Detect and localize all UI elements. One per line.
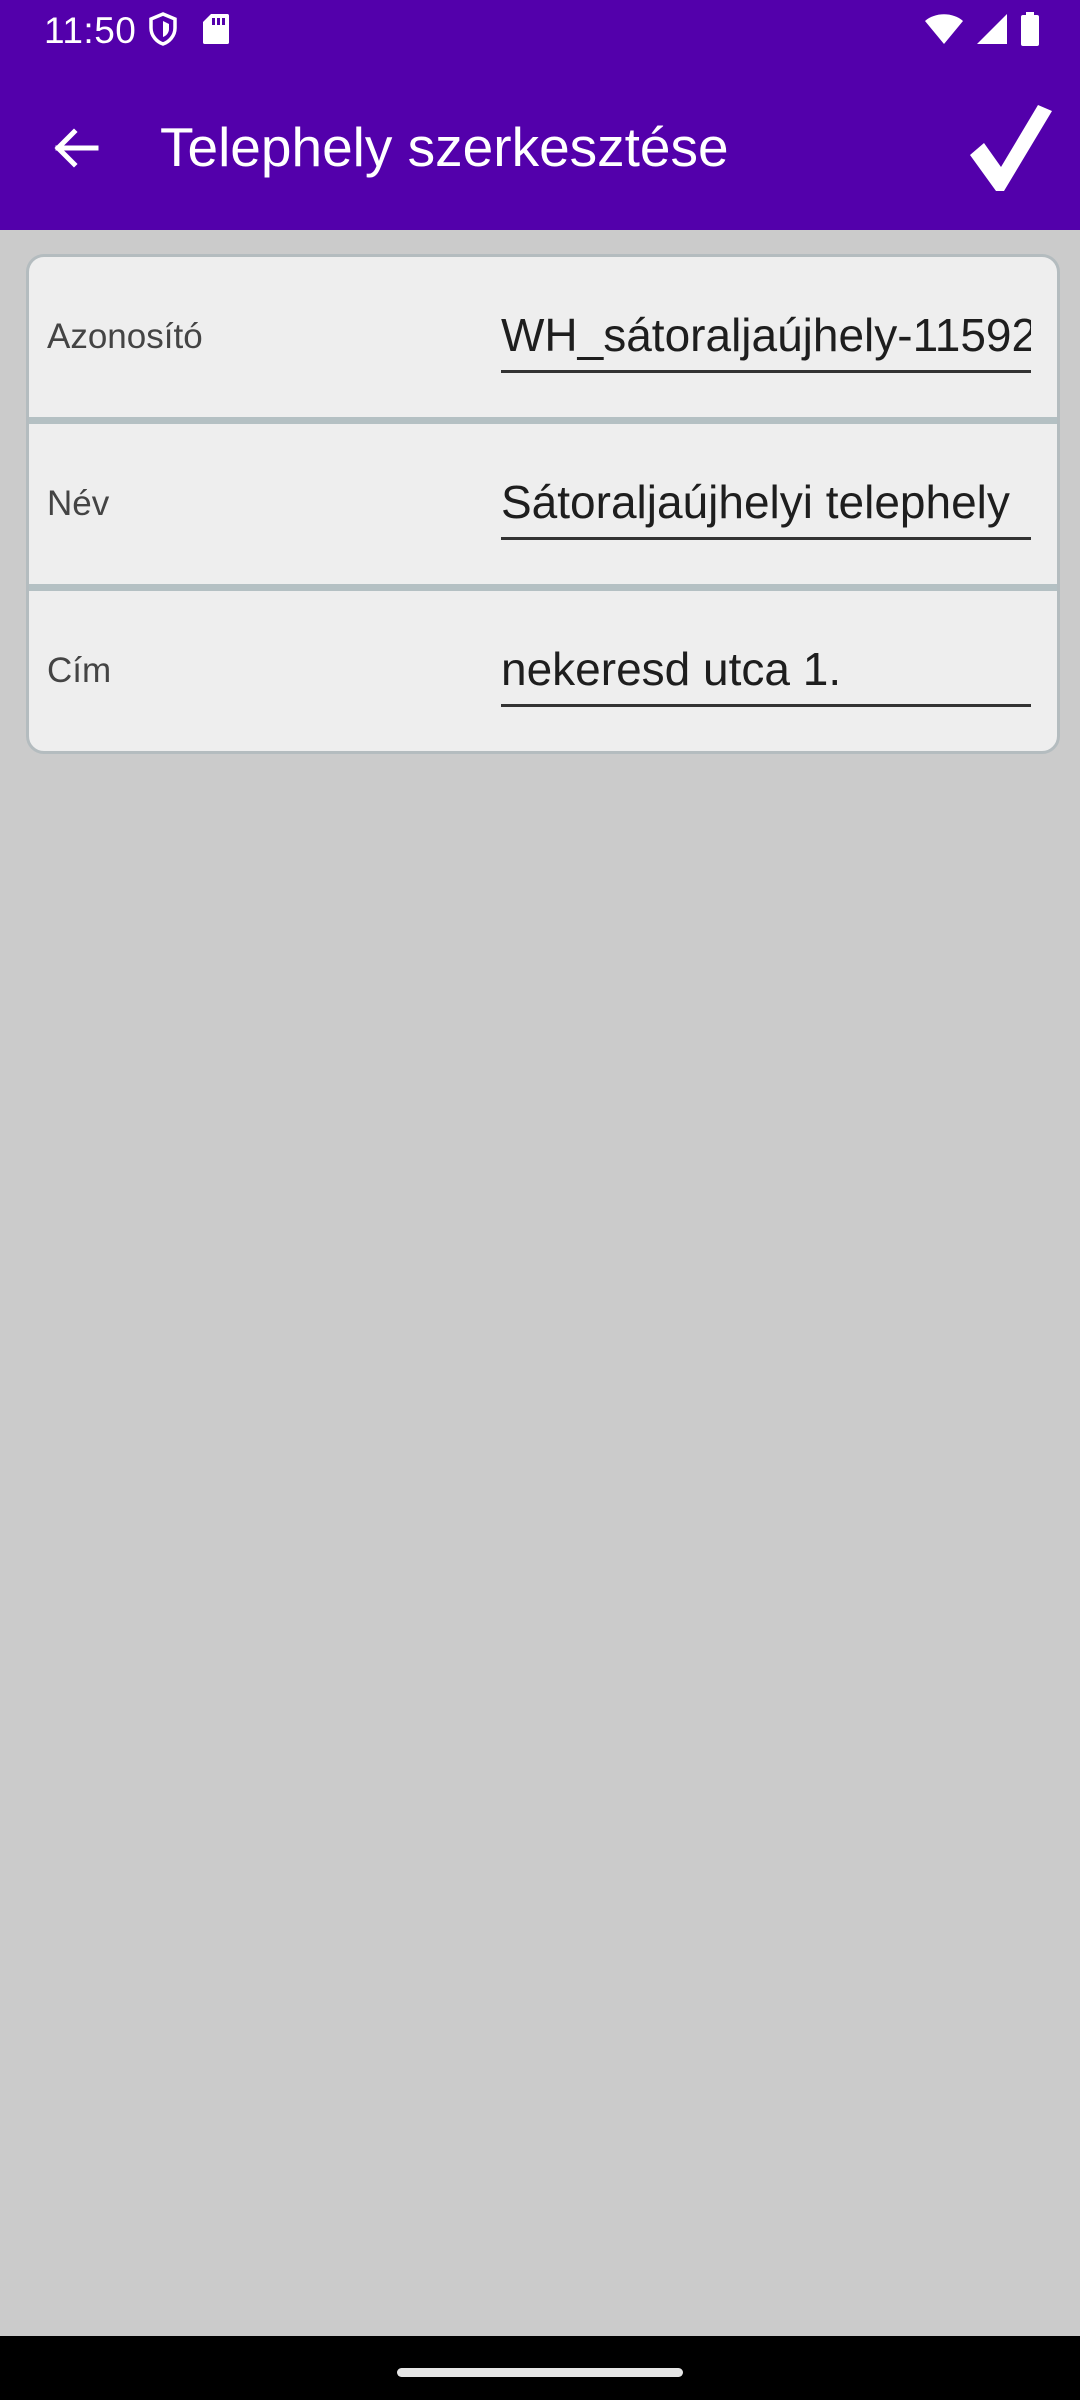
sd-card-icon — [202, 12, 230, 51]
status-bar: 11:50 — [0, 0, 1080, 62]
id-label: Azonosító — [47, 317, 203, 356]
form-row-id: Azonosító WH_sátoraljaújhely-11592 — [29, 257, 1057, 417]
checkmark-icon — [968, 103, 1054, 198]
battery-icon — [1020, 11, 1040, 51]
arrow-back-icon — [52, 124, 100, 177]
home-indicator[interactable] — [397, 2368, 683, 2377]
wifi-icon — [924, 13, 964, 50]
page-title: Telephely szerkesztése — [160, 116, 729, 178]
status-left-icons — [148, 11, 230, 51]
status-right-icons — [924, 11, 1040, 51]
id-field-value: WH_sátoraljaújhely-11592 — [501, 309, 1031, 361]
address-label: Cím — [47, 651, 112, 690]
divider — [29, 417, 1057, 424]
name-field[interactable]: Sátoraljaújhelyi telephely — [501, 466, 1031, 540]
name-field-value: Sátoraljaújhelyi telephely — [501, 476, 1010, 528]
status-time: 11:50 — [44, 10, 137, 51]
form-row-address: Cím nekeresd utca 1. — [29, 591, 1057, 751]
app-bar: Telephely szerkesztése — [0, 62, 1080, 230]
address-field-value: nekeresd utca 1. — [501, 643, 842, 695]
divider — [29, 584, 1057, 591]
form-row-name: Név Sátoraljaújhelyi telephely — [29, 424, 1057, 584]
site-edit-form: Azonosító WH_sátoraljaújhely-11592 Név S… — [26, 254, 1060, 754]
back-button[interactable] — [34, 108, 118, 192]
save-button[interactable] — [956, 100, 1066, 200]
shield-icon — [148, 11, 178, 51]
id-field[interactable]: WH_sátoraljaújhely-11592 — [501, 299, 1031, 373]
signal-icon — [976, 13, 1008, 50]
navigation-bar — [0, 2336, 1080, 2400]
name-label: Név — [47, 484, 110, 523]
address-field[interactable]: nekeresd utca 1. — [501, 633, 1031, 707]
